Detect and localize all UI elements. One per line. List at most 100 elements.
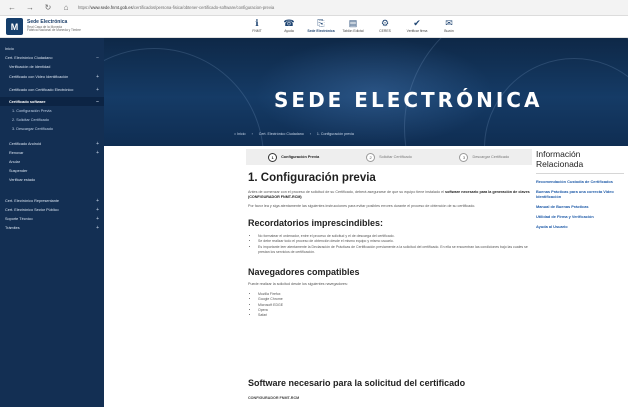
sidebar-item-label: Inicio: [5, 46, 14, 51]
sidebar-item-label: Anular: [9, 159, 20, 164]
sidebar-item-tramites[interactable]: Trámites +: [0, 223, 104, 232]
expand-icon: +: [96, 206, 99, 213]
sidebar-item-verificar-estado[interactable]: Verificar estado: [0, 175, 104, 184]
reminders-heading: Recordatorios imprescindibles:: [248, 218, 384, 228]
check-icon: ✔: [413, 18, 421, 28]
step-label: Configuración Previa: [281, 155, 320, 159]
hero-title: SEDE ELECTRÓNICA: [274, 88, 543, 112]
top-menu-tablon[interactable]: ▤ Tablón Edictal: [338, 18, 368, 33]
sidebar-item-sector-publico[interactable]: Cert. Electrónico Sector Público +: [0, 205, 104, 214]
sidebar-item-descargar[interactable]: 3. Descargar Certificado: [0, 124, 104, 133]
related-link-manual[interactable]: Manual de Buenas Prácticas: [536, 204, 624, 209]
gear-icon: ⚙: [380, 18, 390, 28]
reload-icon[interactable]: ↻: [42, 2, 54, 14]
url-prefix: https://: [78, 5, 91, 10]
sidebar-item-representante[interactable]: Cert. Electrónico Representante +: [0, 196, 104, 205]
sidebar-item-ciudadano[interactable]: Cert. Electrónico Ciudadano −: [0, 53, 104, 62]
brand-subtitle-2: Fábrica Nacional de Moneda y Timbre: [27, 28, 81, 33]
step-number: 3: [459, 152, 469, 162]
browsers-intro: Puede realizar la solicitud desde los si…: [248, 282, 348, 286]
page-title: 1. Configuración previa: [248, 172, 376, 184]
mail-icon: ✉: [445, 18, 453, 28]
sidebar-item-label: 2. Solicitar Certificado: [12, 117, 49, 122]
sidebar-item-configuracion[interactable]: 1. Configuración Previa: [0, 106, 104, 115]
brand[interactable]: M Sede Electrónica Real Casa de la Moned…: [6, 18, 81, 35]
expand-icon: +: [96, 224, 99, 231]
top-menu-label: Verificar firma: [406, 29, 428, 33]
expand-icon: +: [96, 73, 99, 80]
breadcrumb-separator: ›: [251, 132, 253, 136]
list-item: Es importante leer atentamente la Declar…: [258, 245, 530, 256]
sidebar-item-label: Verificación de Identidad: [9, 64, 51, 69]
browser-toolbar: ← → ↻ ⌂ https://www.sede.fnmt.gob.es/cer…: [0, 0, 628, 16]
sidebar-item-label: Soporte Técnico: [5, 216, 33, 221]
sidebar-item-android[interactable]: Certificado Android +: [0, 139, 104, 148]
sidebar-item-soporte[interactable]: Soporte Técnico +: [0, 214, 104, 223]
sidebar-item-inicio[interactable]: Inicio: [0, 44, 104, 53]
sidebar-item-label: Certificado Android: [9, 141, 42, 146]
related-link-firma[interactable]: Utilidad de Firma y Verificación: [536, 214, 624, 219]
step-number: 1: [268, 152, 278, 162]
related-title: Información Relacionada: [536, 149, 624, 174]
sidebar-item-suspender[interactable]: Suspender: [0, 166, 104, 175]
document-icon: ⎘: [317, 18, 325, 28]
url-host: www.sede.fnmt.gob.es: [90, 5, 133, 10]
step-configuracion[interactable]: 1 Configuración Previa: [246, 152, 341, 162]
sidebar-item-solicitar[interactable]: 2. Solicitar Certificado: [0, 115, 104, 124]
hero-banner: SEDE ELECTRÓNICA ⌂ Inicio › Cert. Electrón…: [104, 38, 628, 146]
sidebar-item-video[interactable]: Certificado con Video Identificación +: [0, 71, 104, 84]
address-bar[interactable]: https://www.sede.fnmt.gob.es/certificado…: [78, 2, 620, 13]
top-menu-label: Ayuda: [284, 29, 294, 33]
sidebar-item-anular[interactable]: Anular: [0, 157, 104, 166]
top-menu-sede[interactable]: ⎘ Sede Electrónica: [306, 18, 336, 33]
top-menu-label: Tablón Edictal: [342, 29, 364, 33]
info-icon: ℹ: [255, 18, 259, 28]
breadcrumb-ciudadano[interactable]: Cert. Electrónico Ciudadano: [259, 132, 304, 136]
reminders-list: No formatear el ordenador, entre el proc…: [254, 234, 530, 255]
top-menu-ayuda[interactable]: ☎ Ayuda: [274, 18, 304, 33]
related-info: Información Relacionada Recomendación Cu…: [536, 149, 624, 229]
step-solicitar[interactable]: 2 Solicitar Certificado: [341, 152, 436, 162]
sidebar-item-label: Cert. Electrónico Representante: [5, 198, 60, 203]
top-menu-label: FNMT: [252, 29, 262, 33]
expand-icon: +: [96, 215, 99, 222]
top-menu-buzon[interactable]: ✉ Buzón: [434, 18, 464, 33]
sidebar-item-label: 1. Configuración Previa: [12, 108, 52, 113]
site-header: M Sede Electrónica Real Casa de la Moned…: [0, 16, 628, 38]
back-icon[interactable]: ←: [6, 2, 18, 14]
top-menu: ℹ FNMT ☎ Ayuda ⎘ Sede Electrónica ▤ Tablón E…: [242, 18, 466, 33]
sidebar-item-label: Renovar: [9, 150, 24, 155]
sidebar-item-verificacion[interactable]: Verificación de Identidad: [0, 62, 104, 71]
sidebar-item-label: Verificar estado: [9, 177, 36, 182]
forward-icon[interactable]: →: [24, 2, 36, 14]
breadcrumb-home[interactable]: ⌂ Inicio: [234, 132, 246, 136]
home-icon[interactable]: ⌂: [60, 2, 72, 14]
step-indicator: 1 Configuración Previa 2 Solicitar Certifi…: [246, 149, 532, 165]
intro-paragraph: Antes de comenzar con el proceso de soli…: [248, 190, 530, 201]
browsers-heading: Navegadores compatibles: [248, 267, 360, 277]
step-descargar[interactable]: 3 Descargar Certificado: [437, 152, 532, 162]
expand-icon: +: [96, 149, 99, 156]
sidebar-item-label: Cert. Electrónico Ciudadano: [5, 55, 53, 60]
sidebar-item-label: Trámites: [5, 225, 20, 230]
related-link-ayuda[interactable]: Ayuda al Usuario: [536, 224, 624, 229]
step-label: Solicitar Certificado: [379, 155, 412, 159]
url-path: /certificados/persona-fisica/obtener-cer…: [132, 5, 275, 10]
intro-text: Antes de comenzar con el proceso de soli…: [248, 190, 444, 194]
board-icon: ▤: [348, 18, 358, 28]
sidebar-item-con-certificado[interactable]: Certificado con Certificado Electrónico +: [0, 84, 104, 97]
top-menu-fnmt[interactable]: ℹ FNMT: [242, 18, 272, 33]
software-subheading: CONFIGURADOR FNMT-RCM: [248, 396, 300, 400]
top-menu-verificar[interactable]: ✔ Verificar firma: [402, 18, 432, 33]
step-number: 2: [366, 152, 376, 162]
top-menu-ceres[interactable]: ⚙ CERES: [370, 18, 400, 33]
related-link-video[interactable]: Buenas Prácticas para una correcta Video…: [536, 189, 624, 199]
sidebar-item-software[interactable]: Certificado software −: [0, 97, 104, 106]
sidebar-item-renovar[interactable]: Renovar +: [0, 148, 104, 157]
sidebar-item-label: Certificado software: [9, 99, 46, 104]
related-link-custodia[interactable]: Recomendación Custodia de Certificados: [536, 179, 624, 184]
main-content: 1 Configuración Previa 2 Solicitar Certifi…: [246, 146, 532, 407]
breadcrumb: ⌂ Inicio › Cert. Electrónico Ciudadano › 1. …: [234, 132, 360, 136]
instructions-paragraph: Por favor lea y siga atentamente las sig…: [248, 204, 476, 208]
step-label: Descargar Certificado: [472, 155, 510, 159]
